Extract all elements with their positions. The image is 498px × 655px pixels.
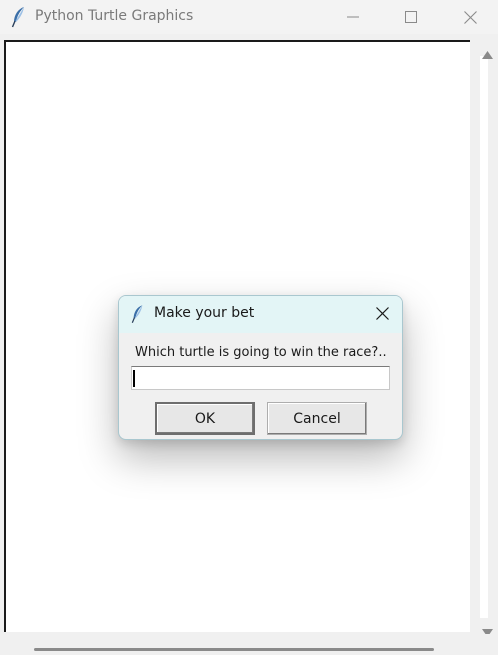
bet-input[interactable] xyxy=(131,366,390,390)
minimize-button[interactable] xyxy=(330,0,376,34)
horizontal-scroll-thumb[interactable] xyxy=(34,648,434,651)
dialog-titlebar[interactable]: Make your bet xyxy=(119,296,402,333)
dialog-close-button[interactable] xyxy=(367,302,397,327)
cancel-button[interactable]: Cancel xyxy=(267,402,367,435)
scroll-up-arrow-icon[interactable] xyxy=(482,44,493,63)
window-title: Python Turtle Graphics xyxy=(35,8,194,24)
vertical-scroll-track[interactable] xyxy=(480,56,488,618)
close-icon xyxy=(375,305,389,324)
ok-button[interactable]: OK xyxy=(155,402,255,435)
horizontal-scrollbar[interactable] xyxy=(0,634,498,655)
maximize-button[interactable] xyxy=(388,0,434,34)
close-button[interactable] xyxy=(447,0,493,34)
feather-icon xyxy=(131,304,145,324)
dialog-prompt: Which turtle is going to win the race?.. xyxy=(135,345,387,360)
dialog-title: Make your bet xyxy=(154,305,255,321)
bet-dialog: Make your bet Which turtle is going to w… xyxy=(118,295,403,440)
window-titlebar[interactable]: Python Turtle Graphics xyxy=(0,0,498,34)
close-icon xyxy=(463,10,477,24)
feather-icon xyxy=(11,6,27,28)
maximize-icon xyxy=(405,11,417,23)
minimize-icon xyxy=(347,11,359,23)
